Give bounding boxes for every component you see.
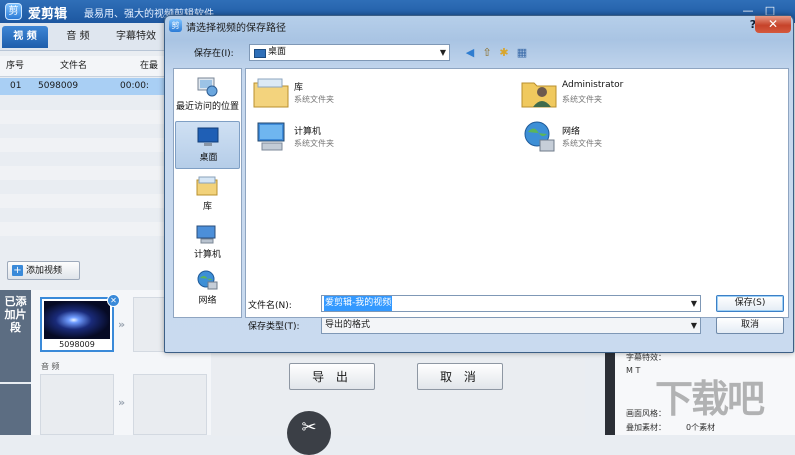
cancel-export-button[interactable]: 取 消 bbox=[417, 363, 503, 390]
up-folder-icon[interactable]: ⇧ bbox=[480, 46, 494, 60]
item-name: Administrator bbox=[562, 80, 624, 90]
chevron-down-icon: ▼ bbox=[690, 299, 697, 308]
item-name: 库 bbox=[294, 83, 304, 93]
column-start-time[interactable]: 在最 bbox=[140, 56, 158, 76]
added-clips-label: 已添加片段 bbox=[0, 290, 31, 382]
filetype-dropdown[interactable]: 导出的格式 ▼ bbox=[321, 317, 701, 334]
libraries-icon bbox=[196, 176, 218, 196]
recent-places-icon bbox=[197, 77, 218, 97]
arrow-right-icon: » bbox=[118, 318, 126, 331]
info-panel-edge bbox=[605, 352, 615, 435]
remove-clip-icon[interactable]: ✕ bbox=[107, 294, 120, 307]
export-panel bbox=[212, 352, 585, 436]
place-label: 库 bbox=[202, 202, 212, 212]
item-name: 计算机 bbox=[294, 127, 322, 137]
tab-subtitle-effects[interactable]: 字幕特效 bbox=[108, 26, 164, 48]
item-type: 系统文件夹 bbox=[294, 95, 334, 104]
file-item-computer[interactable]: 计算机 系统文件夹 bbox=[252, 119, 452, 159]
tab-video[interactable]: 视 频 bbox=[2, 26, 48, 48]
audio-track-label: 音 频 bbox=[41, 362, 60, 371]
file-item-network[interactable]: 网络 系统文件夹 bbox=[520, 119, 720, 159]
save-button[interactable]: 保存(S) bbox=[716, 295, 784, 312]
app-name: 爱剪辑 bbox=[28, 7, 68, 22]
place-label: 计算机 bbox=[193, 250, 221, 260]
watermark: 下载吧 bbox=[655, 377, 765, 421]
filename-label: 文件名(N): bbox=[248, 301, 292, 311]
file-list-row[interactable]: 01 5098009 00:00: bbox=[0, 78, 165, 95]
list-stripe bbox=[0, 194, 165, 208]
add-icon: + bbox=[12, 265, 23, 276]
clip-thumbnail[interactable]: 5098009 bbox=[40, 297, 114, 352]
clip-name: 5098009 bbox=[59, 340, 95, 349]
filetype-label: 保存类型(T): bbox=[248, 322, 300, 332]
info-overlay-line: 叠加素材： bbox=[626, 423, 666, 432]
new-folder-icon[interactable]: ✱ bbox=[497, 46, 511, 60]
item-type: 系统文件夹 bbox=[294, 139, 334, 148]
filetype-value: 导出的格式 bbox=[325, 320, 371, 330]
add-video-button[interactable]: + 添加视频 bbox=[7, 261, 80, 280]
clip-preview-image bbox=[44, 301, 110, 339]
audio-slot[interactable] bbox=[40, 374, 114, 435]
item-type: 系统文件夹 bbox=[562, 139, 602, 148]
arrow-right-icon: » bbox=[118, 396, 126, 409]
back-icon[interactable]: ◀ bbox=[463, 46, 477, 60]
row-filename: 5098009 bbox=[38, 81, 79, 91]
dialog-title: 请选择视频的保存路径 bbox=[186, 23, 286, 34]
places-bar: 最近访问的位置 桌面 库 计算机 网络 bbox=[173, 68, 242, 318]
filename-input[interactable]: 爱剪辑-我的视频 ▼ bbox=[321, 295, 701, 312]
main-tabs: 视 频 音 频 字幕特效 bbox=[0, 23, 165, 51]
place-libraries[interactable]: 库 bbox=[175, 171, 240, 219]
file-item-administrator[interactable]: Administrator 系统文件夹 bbox=[520, 75, 720, 115]
place-desktop[interactable]: 桌面 bbox=[175, 121, 240, 169]
row-time: 00:00: bbox=[120, 81, 149, 91]
place-network[interactable]: 网络 bbox=[175, 265, 240, 313]
column-index[interactable]: 序号 bbox=[6, 56, 24, 76]
place-recent[interactable]: 最近访问的位置 bbox=[175, 71, 240, 119]
filename-value: 爱剪辑-我的视频 bbox=[324, 296, 393, 311]
libraries-folder-icon bbox=[253, 78, 289, 108]
column-filename[interactable]: 文件名 bbox=[60, 56, 87, 76]
dialog-app-icon: 剪 bbox=[169, 19, 182, 32]
close-button[interactable]: ✕ bbox=[755, 16, 791, 33]
export-button[interactable]: 导 出 bbox=[289, 363, 375, 390]
place-label: 桌面 bbox=[199, 153, 218, 163]
save-in-dropdown[interactable]: 桌面 ▼ bbox=[249, 44, 450, 61]
item-type: 系统文件夹 bbox=[562, 95, 602, 104]
row-index: 01 bbox=[10, 81, 22, 91]
desktop-small-icon bbox=[254, 49, 266, 58]
place-label: 网络 bbox=[198, 296, 217, 306]
desktop-icon bbox=[197, 127, 219, 146]
place-computer[interactable]: 计算机 bbox=[175, 219, 240, 267]
place-label: 最近访问的位置 bbox=[175, 102, 239, 112]
info-overlay-count: 0个素材 bbox=[686, 423, 716, 432]
save-in-label: 保存在(I): bbox=[194, 49, 234, 59]
audio-slot[interactable] bbox=[133, 374, 207, 435]
computer-icon bbox=[196, 225, 216, 244]
list-stripe bbox=[0, 110, 165, 124]
audio-side-strip bbox=[0, 384, 31, 435]
file-item-libraries[interactable]: 库 系统文件夹 bbox=[252, 75, 452, 115]
file-list-header: 序号 文件名 在最 bbox=[0, 56, 165, 77]
list-stripe bbox=[0, 166, 165, 180]
view-menu-icon[interactable]: ▦ bbox=[515, 46, 529, 60]
info-subtitle-line: 字幕特效： bbox=[626, 353, 666, 362]
add-video-label: 添加视频 bbox=[26, 266, 63, 276]
file-list-view: 库 系统文件夹 Administrator 系统文件夹 计算机 系统文件夹 网络… bbox=[245, 68, 789, 318]
list-stripe bbox=[0, 222, 165, 236]
network-icon bbox=[197, 270, 218, 290]
user-folder-icon bbox=[521, 82, 557, 108]
tab-audio[interactable]: 音 频 bbox=[56, 26, 100, 48]
info-mt-line: M T bbox=[626, 366, 641, 375]
cancel-button[interactable]: 取消 bbox=[716, 317, 784, 334]
computer-icon bbox=[257, 122, 285, 151]
app-logo-icon: 剪 bbox=[5, 3, 22, 20]
save-dialog: 剪 请选择视频的保存路径 ? ✕ 保存在(I): 桌面 ▼ ◀ ⇧ ✱ ▦ 最近… bbox=[164, 15, 794, 353]
chevron-down-icon: ▼ bbox=[690, 321, 697, 330]
item-name: 网络 bbox=[562, 127, 581, 137]
save-in-value: 桌面 bbox=[268, 47, 287, 57]
app-round-logo-icon: ✂ bbox=[287, 411, 331, 455]
network-icon bbox=[524, 121, 555, 152]
list-stripe bbox=[0, 138, 165, 152]
chevron-down-icon: ▼ bbox=[439, 48, 446, 57]
